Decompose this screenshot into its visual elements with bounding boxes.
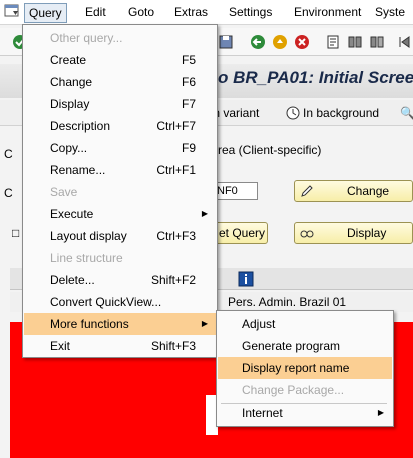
glasses-icon (300, 230, 314, 238)
execute-in-background-button[interactable]: In background (303, 106, 379, 120)
menu-query[interactable]: Query (24, 3, 67, 23)
menu-goto[interactable]: Goto (128, 5, 154, 19)
cancel-icon[interactable] (294, 34, 310, 50)
menu-extras[interactable]: Extras (174, 5, 208, 19)
pencil-icon (301, 185, 313, 197)
menu-system[interactable]: Syste (375, 5, 405, 19)
submenu-arrow-icon: ▶ (377, 408, 384, 417)
submenu-arrow-icon: ▶ (201, 209, 208, 218)
first-page-icon[interactable] (396, 34, 412, 50)
menu-item-other-query: Other query... (50, 31, 123, 45)
menu-item-display[interactable]: Display F7 (24, 93, 216, 115)
query-menu: Other query... Create F5 Change F6 Displ… (22, 24, 218, 358)
find-next-icon[interactable] (369, 34, 385, 50)
menu-settings[interactable]: Settings (229, 5, 272, 19)
submenu-item-generate-program[interactable]: Generate program (218, 335, 392, 357)
menu-environment[interactable]: Environment (294, 5, 361, 19)
back-icon[interactable] (250, 34, 266, 50)
submenu-item-internet[interactable]: Internet ▶ (218, 402, 392, 424)
menu-item-change[interactable]: Change F6 (24, 71, 216, 93)
submenu-item-adjust[interactable]: Adjust (218, 313, 392, 335)
menu-item-exit[interactable]: Exit Shift+F3 (24, 335, 216, 357)
exit-icon[interactable] (272, 34, 288, 50)
menu-item-line-structure: Line structure (50, 251, 123, 265)
print-icon[interactable] (325, 34, 341, 50)
background-job-icon (286, 106, 300, 120)
menu-item-more-functions[interactable]: More functions ▶ (24, 313, 216, 335)
row-description: Pers. Admin. Brazil 01 (228, 295, 347, 309)
menu-item-rename[interactable]: Rename... Ctrl+F1 (24, 159, 216, 181)
more-functions-submenu: Adjust Generate program Display report n… (216, 310, 394, 427)
menu-item-delete[interactable]: Delete... Shift+F2 (24, 269, 216, 291)
menu-edit[interactable]: Edit (85, 5, 106, 19)
menu-item-convert-quickview[interactable]: Convert QuickView... (24, 291, 216, 313)
menu-bar: Query Edit Goto Extras Settings Environm… (0, 0, 413, 25)
menu-item-save: Save (50, 185, 78, 199)
menu-item-layout-display[interactable]: Layout display Ctrl+F3 (24, 225, 216, 247)
left-edge-button[interactable]: □ (12, 226, 19, 240)
page-title: o BR_PA01: Initial Scree (218, 68, 413, 87)
more-toolbar-icon[interactable]: 🔍 (400, 106, 413, 120)
menu-item-execute[interactable]: Execute ▶ (24, 203, 216, 225)
menu-item-description[interactable]: Description Ctrl+F7 (24, 115, 216, 137)
display-button[interactable]: Display (294, 222, 413, 244)
save-icon[interactable] (218, 34, 234, 50)
system-menu-icon[interactable] (4, 4, 20, 18)
menu-item-copy[interactable]: Copy... F9 (24, 137, 216, 159)
menu-item-create[interactable]: Create F5 (24, 49, 216, 71)
query-name-input[interactable]: NF0 (214, 182, 258, 200)
submenu-item-change-package: Change Package... (242, 383, 345, 397)
set-query-button[interactable]: et Query (212, 222, 268, 244)
change-button[interactable]: Change (294, 180, 413, 202)
find-icon[interactable] (347, 34, 363, 50)
query-area-label: rea (Client-specific) (218, 143, 322, 157)
submenu-item-display-report-name[interactable]: Display report name (218, 357, 392, 379)
info-icon[interactable] (238, 271, 254, 287)
submenu-arrow-icon: ▶ (201, 319, 208, 328)
